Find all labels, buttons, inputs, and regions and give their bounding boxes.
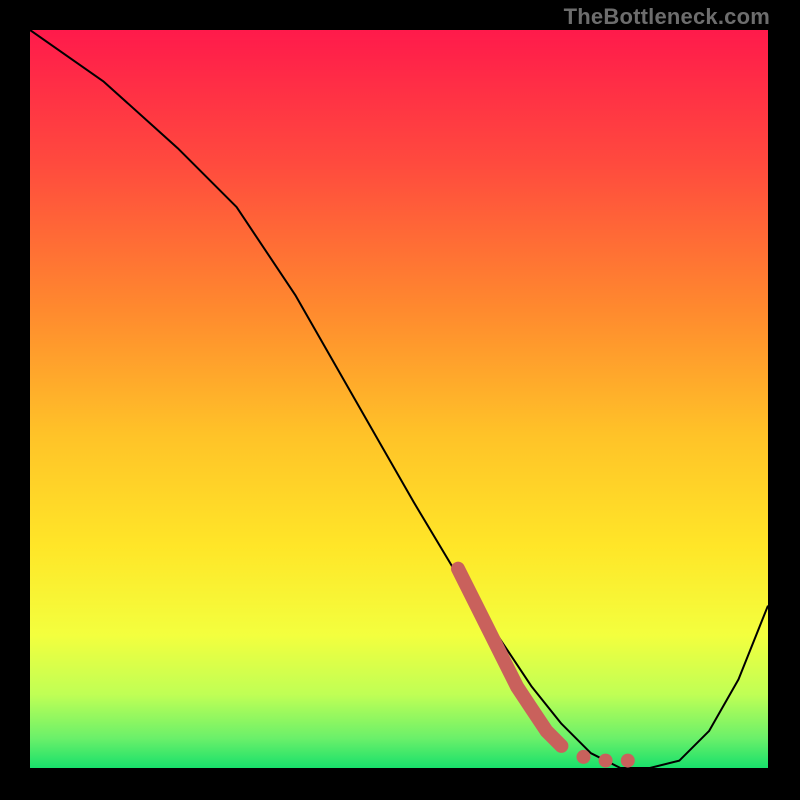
chart-frame: TheBottleneck.com: [0, 0, 800, 800]
watermark-text: TheBottleneck.com: [564, 4, 770, 30]
recommended-range-dot: [577, 750, 591, 764]
recommended-range-dot: [621, 754, 635, 768]
chart-svg: [30, 30, 768, 768]
recommended-range-dot: [599, 754, 613, 768]
gradient-background: [30, 30, 768, 768]
plot-area: [30, 30, 768, 768]
